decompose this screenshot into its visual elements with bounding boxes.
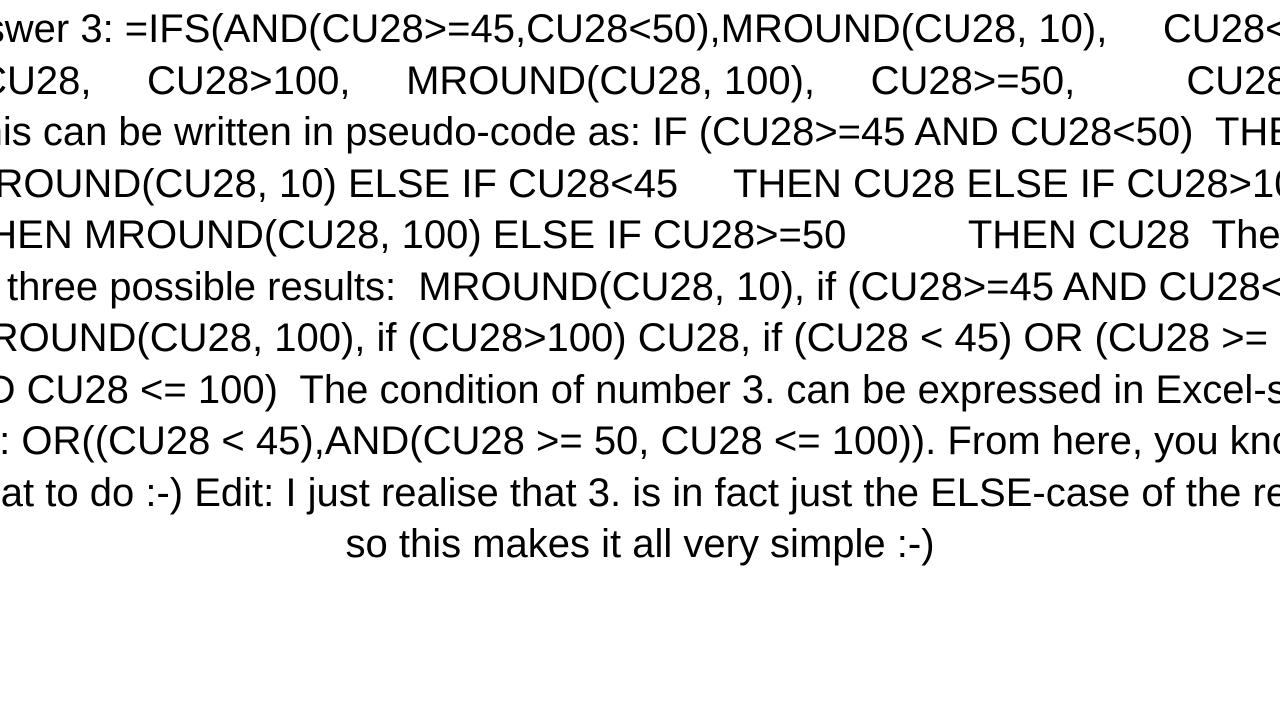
answer-text-block: Answer 3: =IFS(AND(CU28>=45,CU28<50),MRO… — [0, 0, 1280, 571]
